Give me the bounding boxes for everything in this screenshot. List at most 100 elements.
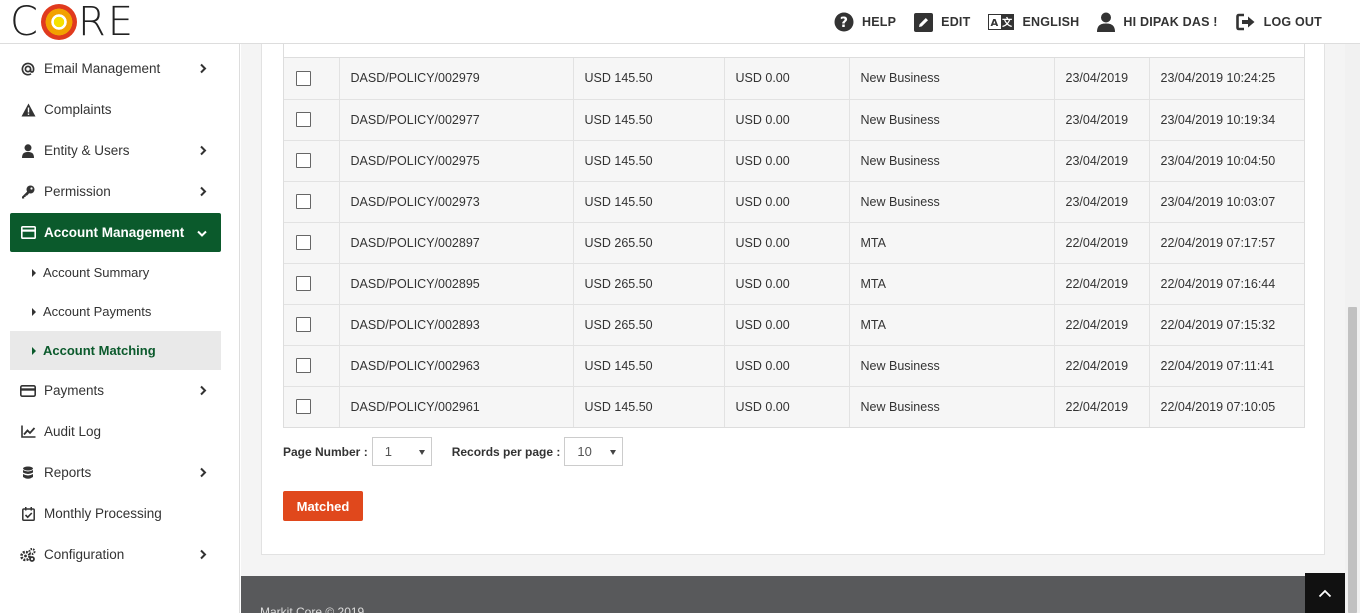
sidebar-subitem-label: Account Matching [43,343,156,358]
sidebar-item-monthly-processing[interactable]: Monthly Processing [10,493,221,534]
cogs-icon [20,547,36,563]
row-checkbox[interactable] [296,70,311,86]
row-checkbox[interactable] [296,235,311,250]
footer-copyright: Markit Core © 2019 [260,605,365,613]
date-cell: 23/04/2019 [1054,58,1150,99]
sidebar-subitem-label: Account Summary [43,265,150,280]
scrollbar-thumb[interactable] [1348,307,1357,613]
sidebar-item-label: Reports [44,465,92,480]
warning-icon [20,102,36,118]
sidebar-item-complaints[interactable]: Complaints [10,89,221,130]
checkbox-cell [284,221,340,263]
paid-amount-cell: USD 0.00 [724,139,850,181]
sidebar-item-label: Configuration [44,547,125,562]
sidebar-item-label: Entity & Users [44,143,130,158]
matching-table-container[interactable]: DASD/POLICY/002979 USD 145.50 USD 0.00 New … [283,44,1305,428]
table-row: DASD/POLICY/002895 USD 265.50 USD 0.00 MTA 2… [284,262,1304,304]
page-number-select[interactable]: 1 [371,437,432,466]
date-cell: 22/04/2019 [1054,385,1150,427]
edit-link[interactable]: EDIT [914,12,970,32]
language-selector[interactable]: A文 ENGLISH [988,14,1079,30]
svg-text:A: A [991,18,999,29]
edit-icon [914,12,934,32]
sidebar-subitem-account-summary[interactable]: Account Summary [10,253,221,292]
sidebar-item-label: Email Management [44,61,161,76]
policy-number-cell: DASD/POLICY/002895 [339,262,574,304]
policy-number-cell: DASD/POLICY/002975 [339,139,574,181]
datetime-cell: 22/04/2019 07:10:05 [1149,385,1304,427]
checkbox-cell [284,262,340,304]
chevron-right-icon [199,143,207,158]
chevron-right-icon [199,547,207,562]
sidebar-item-reports[interactable]: Reports [10,452,221,493]
sidebar-item-email-management[interactable]: Email Management [10,48,221,89]
checkbox-cell [284,139,340,181]
amount-cell: USD 265.50 [573,303,725,345]
user-icon [20,143,36,159]
table-row: DASD/POLICY/002893 USD 265.50 USD 0.00 MTA 2… [284,303,1304,345]
date-cell: 22/04/2019 [1054,303,1150,345]
transaction-type-cell: MTA [849,303,1055,345]
row-checkbox[interactable] [296,153,311,168]
date-cell: 23/04/2019 [1054,98,1150,140]
policy-number-cell: DASD/POLICY/002893 [339,303,574,345]
sidebar-item-label: Monthly Processing [44,506,162,521]
row-checkbox[interactable] [296,317,311,332]
checkbox-cell [284,58,340,99]
amount-cell: USD 145.50 [573,98,725,140]
table-row: DASD/POLICY/002975 USD 145.50 USD 0.00 New … [284,139,1304,181]
scroll-to-top-button[interactable] [1305,573,1345,613]
line-chart-icon [20,424,36,440]
row-checkbox[interactable] [296,358,311,373]
sidebar-subitem-account-payments[interactable]: Account Payments [10,292,221,331]
card-icon [20,225,36,241]
policy-number-cell: DASD/POLICY/002973 [339,180,574,222]
policy-number-cell: DASD/POLICY/002977 [339,98,574,140]
caret-down-icon [610,450,617,455]
page-number-value: 1 [384,444,392,459]
top-header: C RE ? HELP EDIT A文 ENGLISH HI DIPAK DAS… [0,0,1360,44]
transaction-type-cell: New Business [849,344,1055,386]
checkbox-cell [284,303,340,345]
sidebar-item-payments[interactable]: Payments [10,370,221,411]
help-link[interactable]: ? HELP [834,12,896,32]
sidebar-item-audit-log[interactable]: Audit Log [10,411,221,452]
datetime-cell: 22/04/2019 07:11:41 [1149,344,1304,386]
row-checkbox[interactable] [296,112,311,127]
table-row: DASD/POLICY/002897 USD 265.50 USD 0.00 MTA 2… [284,221,1304,263]
policy-number-cell: DASD/POLICY/002961 [339,385,574,427]
page-scrollbar[interactable] [1345,44,1360,613]
logo-ring-icon [40,4,77,40]
records-per-page-select[interactable]: 10 [564,437,624,466]
sidebar-item-entity-users[interactable]: Entity & Users [10,130,221,171]
user-menu[interactable]: HI DIPAK DAS ! [1097,12,1217,32]
core-logo[interactable]: C RE [10,2,135,42]
matched-button[interactable]: Matched [283,491,363,521]
sidebar-subitem-label: Account Payments [43,304,152,319]
row-checkbox[interactable] [296,194,311,209]
amount-cell: USD 145.50 [573,180,725,222]
row-checkbox[interactable] [296,276,311,291]
row-checkbox[interactable] [296,399,311,415]
logo-text-start: C [10,0,40,45]
caret-right-icon [32,307,36,316]
policy-number-cell: DASD/POLICY/002963 [339,344,574,386]
transaction-type-cell: MTA [849,221,1055,263]
sidebar-item-configuration[interactable]: Configuration [10,534,221,575]
checkbox-cell [284,98,340,140]
sidebar-item-account-management[interactable]: Account Management [10,213,221,252]
datetime-cell: 23/04/2019 10:19:34 [1149,98,1304,140]
sidebar-menu: Email Management Complaints Entity & Use… [0,44,239,575]
sidebar-subitem-account-matching[interactable]: Account Matching [10,331,221,370]
date-cell: 22/04/2019 [1054,221,1150,263]
datetime-cell: 23/04/2019 10:24:25 [1149,58,1304,99]
svg-text:?: ? [840,15,848,31]
table-header-edge [284,44,1304,58]
amount-cell: USD 265.50 [573,221,725,263]
policy-number-cell: DASD/POLICY/002979 [339,58,574,99]
sidebar-item-permission[interactable]: Permission [10,171,221,212]
paid-amount-cell: USD 0.00 [724,180,850,222]
logout-link[interactable]: LOG OUT [1235,13,1322,31]
date-cell: 22/04/2019 [1054,344,1150,386]
paid-amount-cell: USD 0.00 [724,221,850,263]
